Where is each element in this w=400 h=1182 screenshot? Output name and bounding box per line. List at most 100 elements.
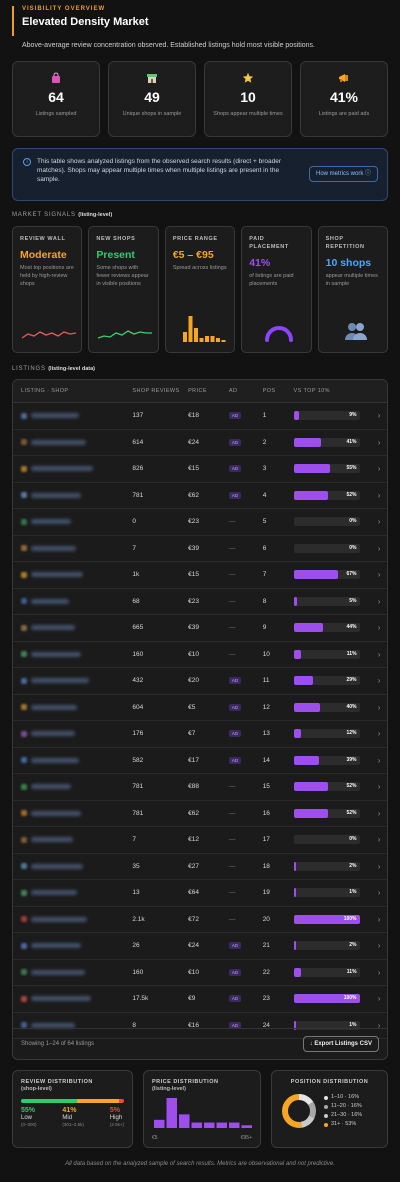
table-row[interactable]: 17.5k €9 AD 23 100% › (13, 986, 387, 1013)
vs-top-percent: 52% (346, 491, 357, 498)
table-row[interactable]: 176 €7 AD 13 12% › (13, 721, 387, 748)
shop-thumbnail (21, 492, 27, 499)
chevron-right-icon[interactable]: › (371, 411, 387, 420)
table-row[interactable]: 2.1k €72 — 20 100% › (13, 907, 387, 933)
column-header-vs-top[interactable]: VS TOP 10% (294, 388, 372, 394)
chevron-right-icon[interactable]: › (371, 676, 387, 685)
column-header-pos[interactable]: POS (263, 388, 294, 394)
table-row[interactable]: 26 €24 AD 21 2% › (13, 933, 387, 960)
table-row[interactable]: 665 €39 — 9 44% › (13, 615, 387, 642)
info-banner: i This table shows analyzed listings fro… (12, 148, 388, 201)
chevron-right-icon[interactable]: › (371, 968, 387, 977)
shop-name-redacted (31, 943, 81, 949)
price-distribution-histogram (154, 1098, 252, 1128)
table-row[interactable]: 614 €24 AD 2 41% › (13, 430, 387, 456)
table-row[interactable]: 0 €23 — 5 0% › (13, 509, 387, 536)
chevron-right-icon[interactable]: › (371, 888, 387, 897)
column-header-ad[interactable]: AD (229, 388, 263, 394)
table-row[interactable]: 7 €39 — 6 0% › (13, 536, 387, 562)
column-header-price[interactable]: PRICE (188, 388, 229, 394)
listings-table: LISTING · SHOP SHOP REVIEWS PRICE AD POS… (12, 379, 388, 1060)
shop-reviews-cell: 1k (132, 571, 140, 579)
chevron-right-icon[interactable]: › (371, 703, 387, 712)
export-csv-button[interactable]: ↓ Export Listings CSV (302, 1036, 379, 1052)
chevron-right-icon[interactable]: › (371, 517, 387, 526)
chevron-right-icon[interactable]: › (371, 941, 387, 950)
vs-top-cell: 0% (293, 543, 372, 553)
chevron-right-icon[interactable]: › (371, 835, 387, 844)
review-segment-range: (2.5k+) (109, 1122, 124, 1127)
table-row[interactable]: 35 €27 — 18 2% › (13, 854, 387, 880)
ad-cell: AD (228, 968, 263, 976)
table-row[interactable]: 160 €10 AD 22 11% › (13, 960, 387, 986)
chevron-right-icon[interactable]: › (371, 782, 387, 791)
table-row[interactable]: 582 €17 AD 14 39% › (13, 748, 387, 774)
shop-icon (109, 72, 195, 85)
shop-name-redacted (31, 916, 87, 922)
chevron-right-icon[interactable]: › (371, 491, 387, 500)
how-metrics-work-button[interactable]: How metrics work ⓘ (308, 166, 378, 182)
chevron-right-icon[interactable]: › (371, 597, 387, 606)
chevron-right-icon[interactable]: › (371, 729, 387, 738)
listing-shop-cell (13, 836, 132, 843)
price-histogram-bar (216, 1122, 227, 1128)
shop-thumbnail (21, 518, 27, 525)
chevron-right-icon[interactable]: › (371, 756, 387, 765)
table-row[interactable]: 13 €64 — 19 1% › (13, 880, 387, 907)
vs-top-bar: 0% (293, 835, 360, 845)
vs-top-bar: 11% (293, 649, 360, 659)
table-row[interactable]: 7 €12 — 17 0% › (13, 827, 387, 854)
vs-top-cell: 2% (293, 861, 372, 871)
vs-top-bar-fill (293, 702, 320, 712)
shop-name-redacted (31, 492, 81, 498)
listing-shop-cell (13, 995, 132, 1002)
table-row[interactable]: 68 €23 — 8 5% › (13, 589, 387, 615)
vs-top-cell: 52% (293, 808, 372, 818)
column-header-shop-reviews[interactable]: SHOP REVIEWS (132, 388, 188, 394)
chevron-right-icon[interactable]: › (371, 623, 387, 632)
price-cell: €12 (188, 836, 199, 844)
price-distribution-title: PRICE DISTRIBUTION (listing-level) (152, 1079, 219, 1092)
vs-top-percent: 100% (343, 915, 357, 922)
ad-badge: AD (228, 756, 242, 764)
price-cell: €7 (188, 730, 196, 738)
no-ad-dash: — (228, 544, 236, 552)
vs-top-cell: 0% (293, 835, 372, 845)
column-header-listing-shop[interactable]: LISTING · SHOP (13, 388, 132, 394)
chevron-right-icon[interactable]: › (371, 544, 387, 553)
chevron-right-icon[interactable]: › (371, 464, 387, 473)
position-cell: 18 (262, 862, 270, 870)
table-row[interactable]: 1k €15 — 7 67% › (13, 562, 387, 589)
chevron-right-icon[interactable]: › (371, 570, 387, 579)
chevron-right-icon[interactable]: › (371, 438, 387, 447)
shop-thumbnail (21, 995, 27, 1002)
vs-top-bar: 29% (293, 676, 360, 686)
table-row[interactable]: 160 €10 — 10 11% › (13, 642, 387, 668)
table-row[interactable]: 781 €62 AD 4 52% › (13, 483, 387, 509)
chevron-right-icon[interactable]: › (371, 862, 387, 871)
table-row[interactable]: 137 €18 AD 1 9% › (13, 403, 387, 430)
stat-listings-sampled: 64 Listings sampled (12, 61, 100, 137)
shop-name-redacted (31, 969, 85, 975)
shop-thumbnail (21, 810, 27, 817)
table-row[interactable]: 432 €20 AD 11 29% › (13, 668, 387, 695)
table-row[interactable]: 826 €15 AD 3 55% › (13, 456, 387, 483)
chevron-right-icon[interactable]: › (371, 994, 387, 1003)
price-cell: €72 (188, 915, 199, 923)
vs-top-percent: 40% (346, 703, 357, 710)
chevron-right-icon[interactable]: › (371, 915, 387, 924)
signal-value: 41% (249, 257, 271, 269)
vs-top-percent: 52% (346, 809, 357, 816)
listing-shop-cell (13, 571, 132, 578)
ad-badge: AD (228, 703, 242, 711)
table-row[interactable]: 781 €62 — 16 52% › (13, 801, 387, 827)
chevron-right-icon[interactable]: › (371, 809, 387, 818)
listings-heading: LISTINGS (listing-level data) (12, 366, 95, 372)
table-row[interactable]: 781 €88 — 15 52% › (13, 774, 387, 801)
ad-badge: AD (228, 942, 242, 950)
review-legend-item: 55% Low (0–300) (21, 1107, 37, 1127)
position-distribution-card: POSITION DISTRIBUTION 1–10 · 16% 11–20 · … (271, 1070, 388, 1148)
shop-reviews-cell: 614 (132, 438, 144, 446)
table-row[interactable]: 604 €5 AD 12 40% › (13, 695, 387, 721)
chevron-right-icon[interactable]: › (371, 650, 387, 659)
